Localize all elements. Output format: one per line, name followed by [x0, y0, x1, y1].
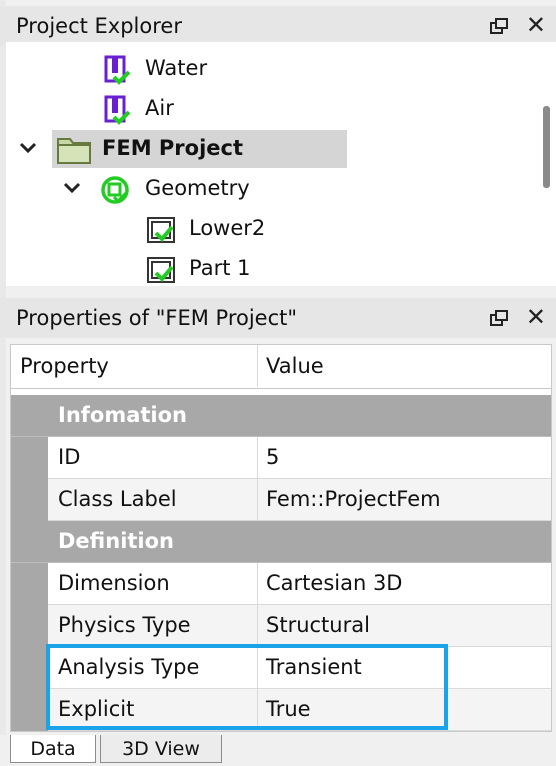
tab-bar: Data 3D View	[0, 735, 556, 766]
group-label: Infomation	[58, 403, 187, 427]
column-divider	[257, 689, 258, 731]
project-explorer-titlebar: Project Explorer ✕	[0, 6, 556, 46]
property-row-class-label[interactable]: Class Label Fem::ProjectFem	[11, 479, 551, 521]
tree-item-air[interactable]: Air	[6, 90, 536, 130]
tree-item-geometry[interactable]: Geometry	[6, 170, 536, 210]
tree-item-label: Air	[145, 96, 174, 120]
properties-titlebar: Properties of "FEM Project" ✕	[0, 298, 556, 338]
property-key: Analysis Type	[58, 655, 200, 679]
property-grid[interactable]: Property Value Infomation ID 5 Class Lab…	[10, 344, 552, 732]
row-gutter	[11, 647, 48, 689]
geometry-icon	[100, 175, 132, 205]
column-divider	[257, 479, 258, 521]
row-gutter	[11, 605, 48, 647]
properties-title: Properties of "FEM Project"	[16, 306, 298, 330]
group-row-infomation[interactable]: Infomation	[11, 395, 551, 437]
float-panel-icon[interactable]	[490, 18, 508, 34]
property-row-id[interactable]: ID 5	[11, 437, 551, 479]
float-panel-icon[interactable]	[490, 310, 508, 326]
part-icon	[146, 255, 178, 285]
row-gutter	[11, 479, 48, 521]
property-row-physics-type[interactable]: Physics Type Structural	[11, 605, 551, 647]
column-divider	[257, 437, 258, 479]
column-header-value[interactable]: Value	[266, 354, 324, 378]
property-key: Explicit	[58, 697, 135, 721]
property-row-explicit[interactable]: Explicit True	[11, 689, 551, 731]
project-tree[interactable]: Water Air FEM Project Geometry Lower2 Pa…	[6, 42, 556, 286]
column-divider	[257, 647, 258, 689]
close-icon[interactable]: ✕	[526, 304, 546, 330]
material-icon	[104, 95, 132, 125]
property-row-dimension[interactable]: Dimension Cartesian 3D	[11, 563, 551, 605]
part-icon	[146, 215, 178, 245]
property-key: Physics Type	[58, 613, 191, 637]
tree-item-label: Lower2	[189, 216, 266, 240]
group-label: Definition	[58, 529, 175, 553]
row-gutter	[11, 689, 48, 731]
column-divider	[257, 563, 258, 605]
tab-data[interactable]: Data	[10, 735, 96, 763]
property-key: Dimension	[58, 571, 170, 595]
property-key: ID	[58, 445, 81, 469]
property-value[interactable]: 5	[266, 445, 279, 469]
tree-item-label: Water	[145, 56, 208, 80]
row-gutter	[11, 563, 48, 605]
property-value[interactable]: Transient	[266, 655, 362, 679]
material-icon	[104, 55, 132, 85]
tree-item-label: FEM Project	[102, 136, 244, 160]
property-grid-header: Property Value	[11, 345, 551, 389]
property-value[interactable]: Fem::ProjectFem	[266, 487, 441, 511]
row-gutter	[11, 437, 48, 479]
tree-scrollbar[interactable]	[543, 106, 550, 188]
column-divider	[257, 605, 258, 647]
tree-item-water[interactable]: Water	[6, 50, 536, 90]
property-value[interactable]: Cartesian 3D	[266, 571, 402, 595]
property-value[interactable]: True	[266, 697, 311, 721]
property-row-analysis-type[interactable]: Analysis Type Transient	[11, 647, 551, 689]
close-icon[interactable]: ✕	[526, 12, 546, 38]
group-row-definition[interactable]: Definition	[11, 521, 551, 563]
folder-icon	[56, 135, 92, 165]
tree-item-fem-project[interactable]: FEM Project	[6, 130, 536, 170]
chevron-down-icon[interactable]	[18, 138, 38, 158]
column-header-property[interactable]: Property	[20, 354, 109, 378]
tree-item-label: Geometry	[145, 176, 250, 200]
project-explorer-title: Project Explorer	[16, 14, 182, 38]
tab-3d-view[interactable]: 3D View	[100, 735, 222, 763]
chevron-down-icon[interactable]	[62, 178, 82, 198]
column-divider	[257, 345, 258, 387]
tree-item-part-1[interactable]: Part 1	[6, 250, 536, 286]
property-key: Class Label	[58, 487, 177, 511]
property-value[interactable]: Structural	[266, 613, 370, 637]
tree-item-lower2[interactable]: Lower2	[6, 210, 536, 250]
tree-item-label: Part 1	[189, 256, 251, 280]
